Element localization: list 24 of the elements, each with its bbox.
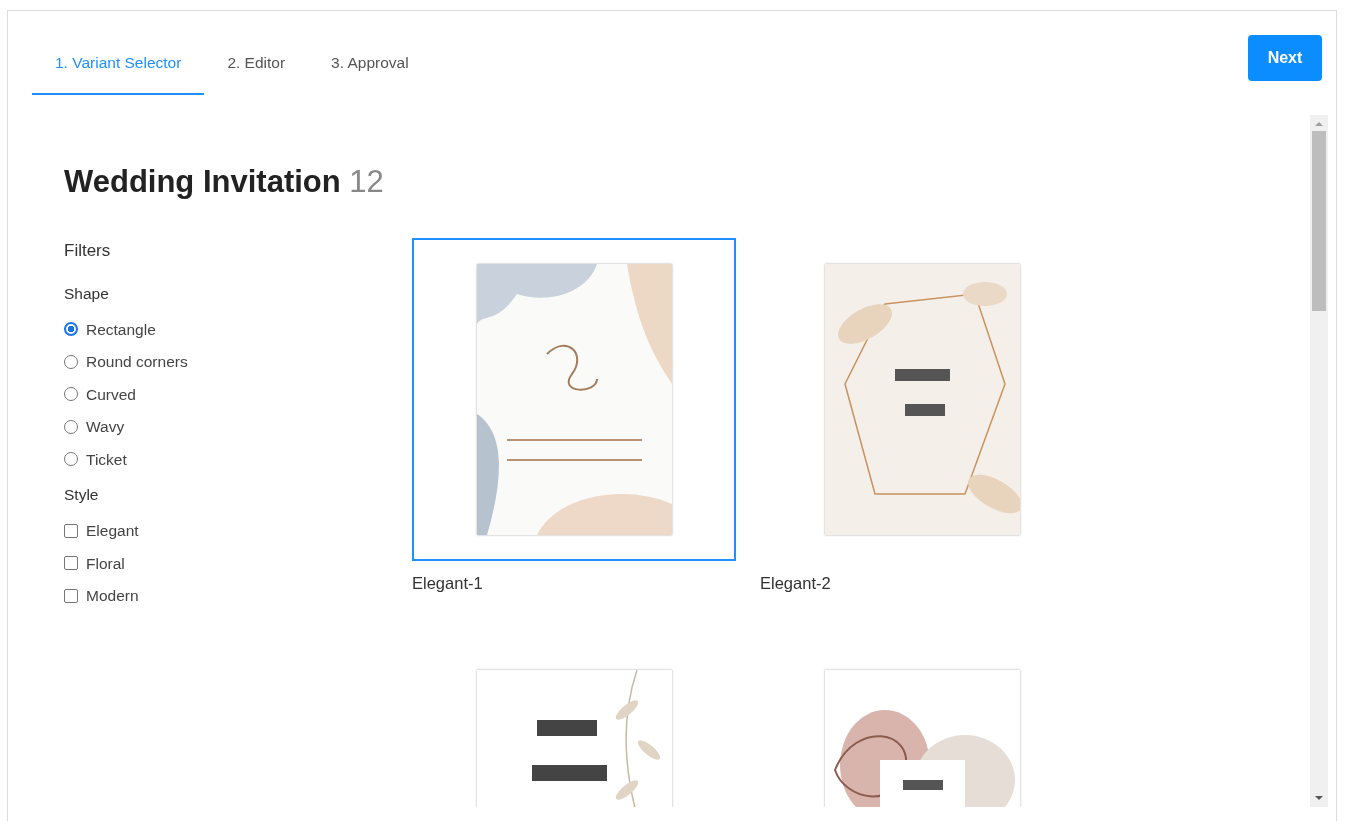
radio-label[interactable]: Round corners bbox=[86, 350, 188, 374]
checkbox[interactable] bbox=[64, 556, 78, 571]
radio-button[interactable] bbox=[64, 322, 78, 337]
scroll-up-icon[interactable] bbox=[1314, 121, 1324, 127]
variant-label: Elegant-1 bbox=[412, 573, 484, 595]
scrollbar[interactable] bbox=[1310, 115, 1328, 807]
radio-label[interactable]: Curved bbox=[86, 382, 136, 406]
page-heading: Wedding Invitation 12 bbox=[64, 163, 385, 201]
radio-label[interactable]: Rectangle bbox=[86, 317, 156, 341]
radio-label[interactable]: Wavy bbox=[86, 415, 125, 439]
filter-group-title: Style bbox=[64, 485, 100, 506]
checkbox[interactable] bbox=[64, 588, 78, 603]
filters-title: Filters bbox=[64, 240, 112, 263]
checkbox-label[interactable]: Elegant bbox=[86, 519, 139, 543]
checkbox-label[interactable]: Modern bbox=[86, 584, 139, 608]
scrollbar-thumb[interactable] bbox=[1312, 131, 1326, 311]
checkbox-label[interactable]: Floral bbox=[86, 551, 125, 576]
filter-group-title: Shape bbox=[64, 283, 110, 304]
radio-label[interactable]: Ticket bbox=[86, 447, 127, 471]
scroll-down-icon[interactable] bbox=[1314, 795, 1324, 801]
checkbox[interactable] bbox=[64, 523, 78, 538]
tab[interactable]: 3. Approval bbox=[308, 35, 432, 96]
variant-label: Elegant-2 bbox=[760, 573, 832, 595]
tab[interactable]: 2. Editor bbox=[204, 35, 309, 96]
